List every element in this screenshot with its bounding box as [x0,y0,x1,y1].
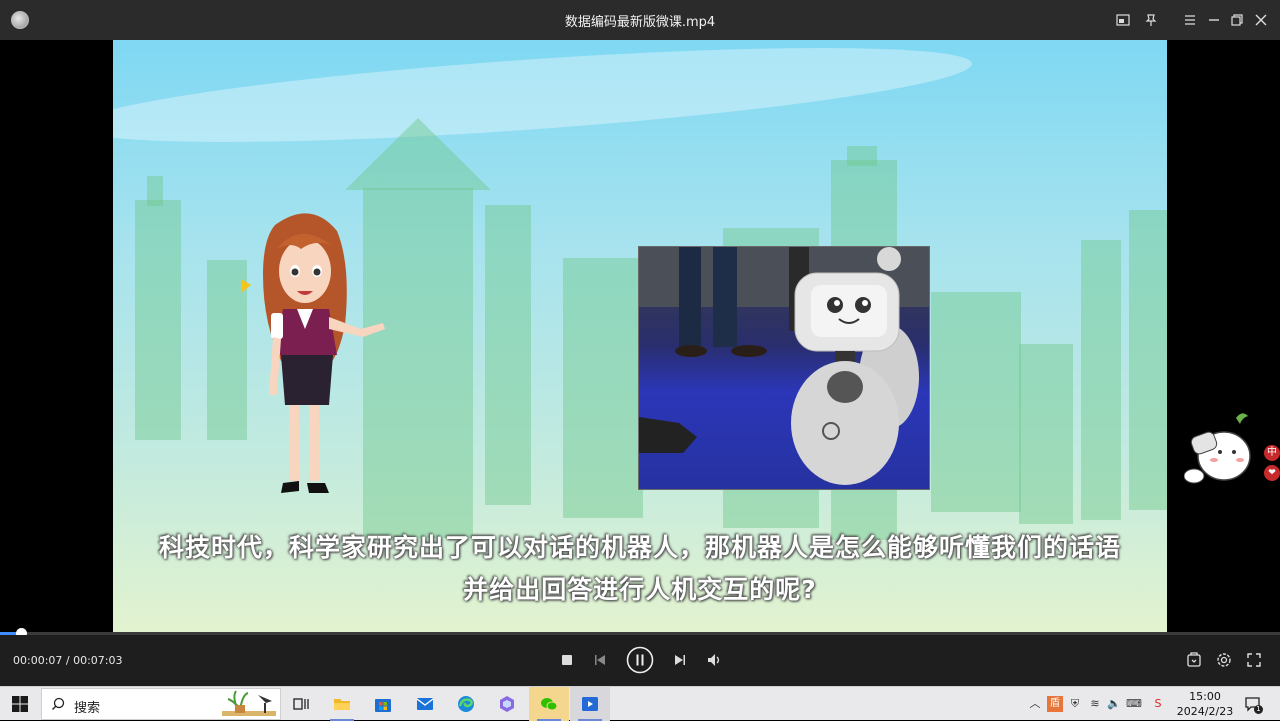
edge-browser-icon [458,696,474,712]
taskbar-search-box[interactable]: 搜索 [41,688,281,720]
taskbar-store[interactable] [363,687,403,721]
settings-button[interactable] [1213,649,1235,671]
stop-icon [562,655,572,665]
pause-button[interactable] [626,646,654,674]
subtitle-line-1: 科技时代，科学家研究出了可以对话的机器人，那机器人是怎么能够听懂我们的话语 [158,533,1121,562]
volume-icon [708,654,720,666]
taskbar-video-player[interactable] [570,687,610,721]
video-player-icon [582,697,598,711]
wifi-icon[interactable]: ≋ [1087,696,1103,712]
taskbar-clock[interactable]: 15:00 2024/2/23 [1176,689,1234,719]
folder-icon [334,699,350,710]
store-icon [375,699,391,712]
taskbar-edge[interactable] [446,687,486,721]
building-shape [847,146,877,166]
task-view-button[interactable] [281,687,321,721]
player-controls: 00:00:07 / 00:07:03 [0,635,1280,686]
close-icon[interactable] [1251,10,1271,30]
fullscreen-button[interactable] [1243,649,1265,671]
restore-icon[interactable] [1227,10,1247,30]
taskbar-mail[interactable] [405,687,445,721]
tray-app-orange-icon[interactable]: 盾 [1047,696,1063,712]
windows-taskbar: 搜索 ︿ 盾 ⛨ ≋ 🔈 ⌨ S 15:00 2024/2/23 1 [0,686,1280,721]
minimize-icon[interactable] [1204,10,1224,30]
robot-photo [638,246,930,490]
building-shape [147,176,163,206]
video-area[interactable]: 科技时代，科学家研究出了可以对话的机器人，那机器人是怎么能够听懂我们的话语 并给… [0,40,1280,632]
notification-center-button[interactable]: 1 [1244,695,1263,714]
skip-next-icon [675,655,685,665]
video-frame: 科技时代，科学家研究出了可以对话的机器人，那机器人是怎么能够听懂我们的话语 并给… [113,40,1167,632]
previous-button[interactable] [589,649,611,671]
stop-button[interactable] [556,649,578,671]
cartoon-teacher-illustration [241,213,385,493]
start-button[interactable] [0,687,40,721]
pause-icon [626,646,654,674]
heart-icon[interactable]: ❤ [1264,465,1280,481]
search-label: 搜索 [74,701,101,716]
snapshot-button[interactable] [1183,649,1205,671]
search-highlight-plant-icon [222,690,276,716]
wechat-icon [541,698,558,711]
building-shape [135,200,181,440]
window-title: 数据编码最新版微课.mp4 [564,15,716,30]
skip-previous-icon [595,655,605,665]
windows-logo-icon [12,696,28,712]
taskbar-copilot[interactable] [487,687,527,721]
input-method-icon[interactable]: ⌨ [1126,696,1142,712]
show-hidden-icons-chevron-icon[interactable]: ︿ [1027,696,1043,712]
cloud-shape [113,40,975,162]
building-shape [1129,210,1167,510]
next-button[interactable] [669,649,691,671]
save-box-icon [1187,652,1201,667]
hexagon-app-icon [500,696,514,712]
pin-on-top-icon[interactable] [1141,10,1161,30]
clock-date: 2024/2/23 [1176,705,1234,718]
building-shape [931,292,1021,512]
search-icon [52,697,65,710]
subtitle-line-2: 并给出回答进行人机交互的呢? [463,575,817,604]
title-bar: 数据编码最新版微课.mp4 [0,0,1280,40]
building-shape [1081,240,1121,520]
volume-button[interactable] [703,649,725,671]
speaker-icon[interactable]: 🔈 [1106,696,1122,712]
building-roof-shape [345,118,491,190]
tray-security-icon[interactable]: ⛨ [1067,696,1083,712]
floating-ime-mascot-widget[interactable]: 中 ❤ [1183,410,1280,490]
sogou-ime-icon[interactable]: S [1150,696,1166,712]
building-shape [485,205,531,505]
task-view-icon [293,698,309,710]
ime-language-badge[interactable]: 中 [1264,445,1280,461]
taskbar-wechat[interactable] [529,687,569,721]
clock-time: 15:00 [1189,690,1221,703]
notification-count-badge: 1 [1254,705,1263,714]
building-shape [1019,344,1073,524]
taskbar-file-explorer[interactable] [322,687,362,721]
picture-in-picture-icon[interactable] [1113,10,1133,30]
fullscreen-icon [1247,653,1261,667]
mail-icon [416,698,434,710]
time-display: 00:00:07 / 00:07:03 [13,654,123,667]
gear-icon [1217,653,1231,667]
menu-icon[interactable] [1180,10,1200,30]
building-shape [563,258,643,518]
